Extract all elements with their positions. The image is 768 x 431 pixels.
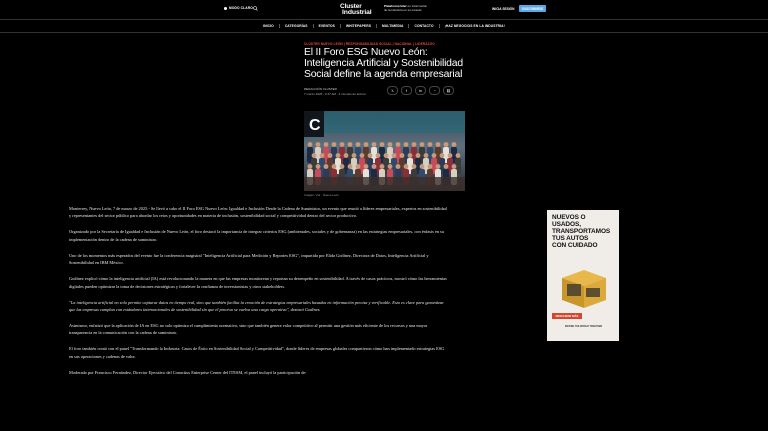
- image-caption: Imagen: Vía · Nuevo León: [304, 193, 340, 197]
- paragraph: Uno de los momentos más esperados del ev…: [69, 252, 429, 266]
- article-author[interactable]: REDACCIÓN CLUSTER: [304, 87, 337, 91]
- mode-toggle[interactable]: MODO CLARO: [224, 6, 253, 10]
- article-title: El II Foro ESG Nuevo León: Inteligencia …: [304, 47, 463, 81]
- search-icon[interactable]: [253, 6, 258, 11]
- paragraph: Moderado por Francisco Fernández, Direct…: [69, 369, 307, 375]
- ad-cta-button[interactable]: DESCUBRE MÁS: [552, 313, 582, 319]
- logo-line2: Industrial: [342, 8, 372, 16]
- paragraph: Asimismo, enfatizó que la aplicación de …: [69, 323, 428, 336]
- linkedin-icon[interactable]: in: [415, 86, 426, 95]
- whatsapp-icon[interactable]: ◔: [429, 86, 440, 95]
- paragraph: El foro también contó con el panel "Tran…: [69, 346, 445, 359]
- main-nav: INICIO CATEGORÍAS EVENTOS WHITEPAPERS MU…: [0, 19, 768, 33]
- subscribe-button[interactable]: SUSCRIBIRSE: [519, 5, 546, 12]
- nav-item-inicio[interactable]: INICIO: [258, 24, 279, 28]
- quote-paragraph: "La inteligencia artificial no solo perm…: [69, 299, 444, 313]
- site-logo[interactable]: Cluster Industrial: [340, 3, 380, 16]
- nav-item-whitepapers[interactable]: WHITEPAPERS: [339, 24, 376, 28]
- nav-item-categorias[interactable]: CATEGORÍAS: [278, 24, 313, 28]
- article-image: C: [304, 111, 465, 191]
- nav-item-multimedia[interactable]: MULTIMEDIA: [376, 24, 408, 28]
- link-icon[interactable]: ⛓: [443, 86, 454, 95]
- group-photo: C: [304, 111, 465, 191]
- nav-item-eventos[interactable]: EVENTOS: [312, 24, 340, 28]
- ad-footer: MOVING THE WORLD TOGETHER: [565, 326, 603, 328]
- facebook-icon[interactable]: f: [401, 86, 412, 95]
- shipping-box-image: [562, 270, 606, 308]
- nav-item-contacto[interactable]: CONTACTO: [408, 24, 438, 28]
- article-date: 7 marzo 2025 - 9:47 AM · 4 minutos de le…: [304, 92, 366, 96]
- nav-item-negocios[interactable]: ¡HAZ NEGOCIOS EN LA INDUSTRIA!: [438, 24, 510, 28]
- ad-line: CON CUIDADO: [552, 241, 598, 249]
- ad-banner[interactable]: NUEVOS O USADOS, TRANSPORTAMOS TUS AUTOS…: [547, 210, 619, 341]
- login-link[interactable]: INICIA SESIÓN: [492, 7, 514, 11]
- svg-text:C: C: [309, 117, 321, 134]
- paragraph: Organizado por la Secretaría de Igualdad…: [69, 229, 444, 242]
- paragraph: Godínez explicó cómo la inteligencia art…: [69, 276, 447, 289]
- top-bar: MODO CLARO Cluster Industrial Plataforma…: [0, 0, 768, 18]
- tagline: Plataforma líder en información de la in…: [384, 4, 430, 12]
- article-categories[interactable]: CLÚSTER NUEVO LEÓN | RESPONSABILIDAD SOC…: [304, 42, 435, 46]
- toggle-icon: [224, 6, 227, 10]
- x-icon[interactable]: 𝕏: [387, 86, 398, 95]
- mode-label: MODO CLARO: [229, 6, 253, 10]
- paragraph: Monterrey, Nuevo León, 7 de marzo de 202…: [69, 206, 447, 219]
- share-bar: 𝕏 f in ◔ ⛓: [387, 86, 454, 95]
- article-body: Monterrey, Nuevo León, 7 de marzo de 202…: [69, 205, 447, 385]
- ad-headline: NUEVOS O USADOS, TRANSPORTAMOS TUS AUTOS…: [552, 214, 616, 250]
